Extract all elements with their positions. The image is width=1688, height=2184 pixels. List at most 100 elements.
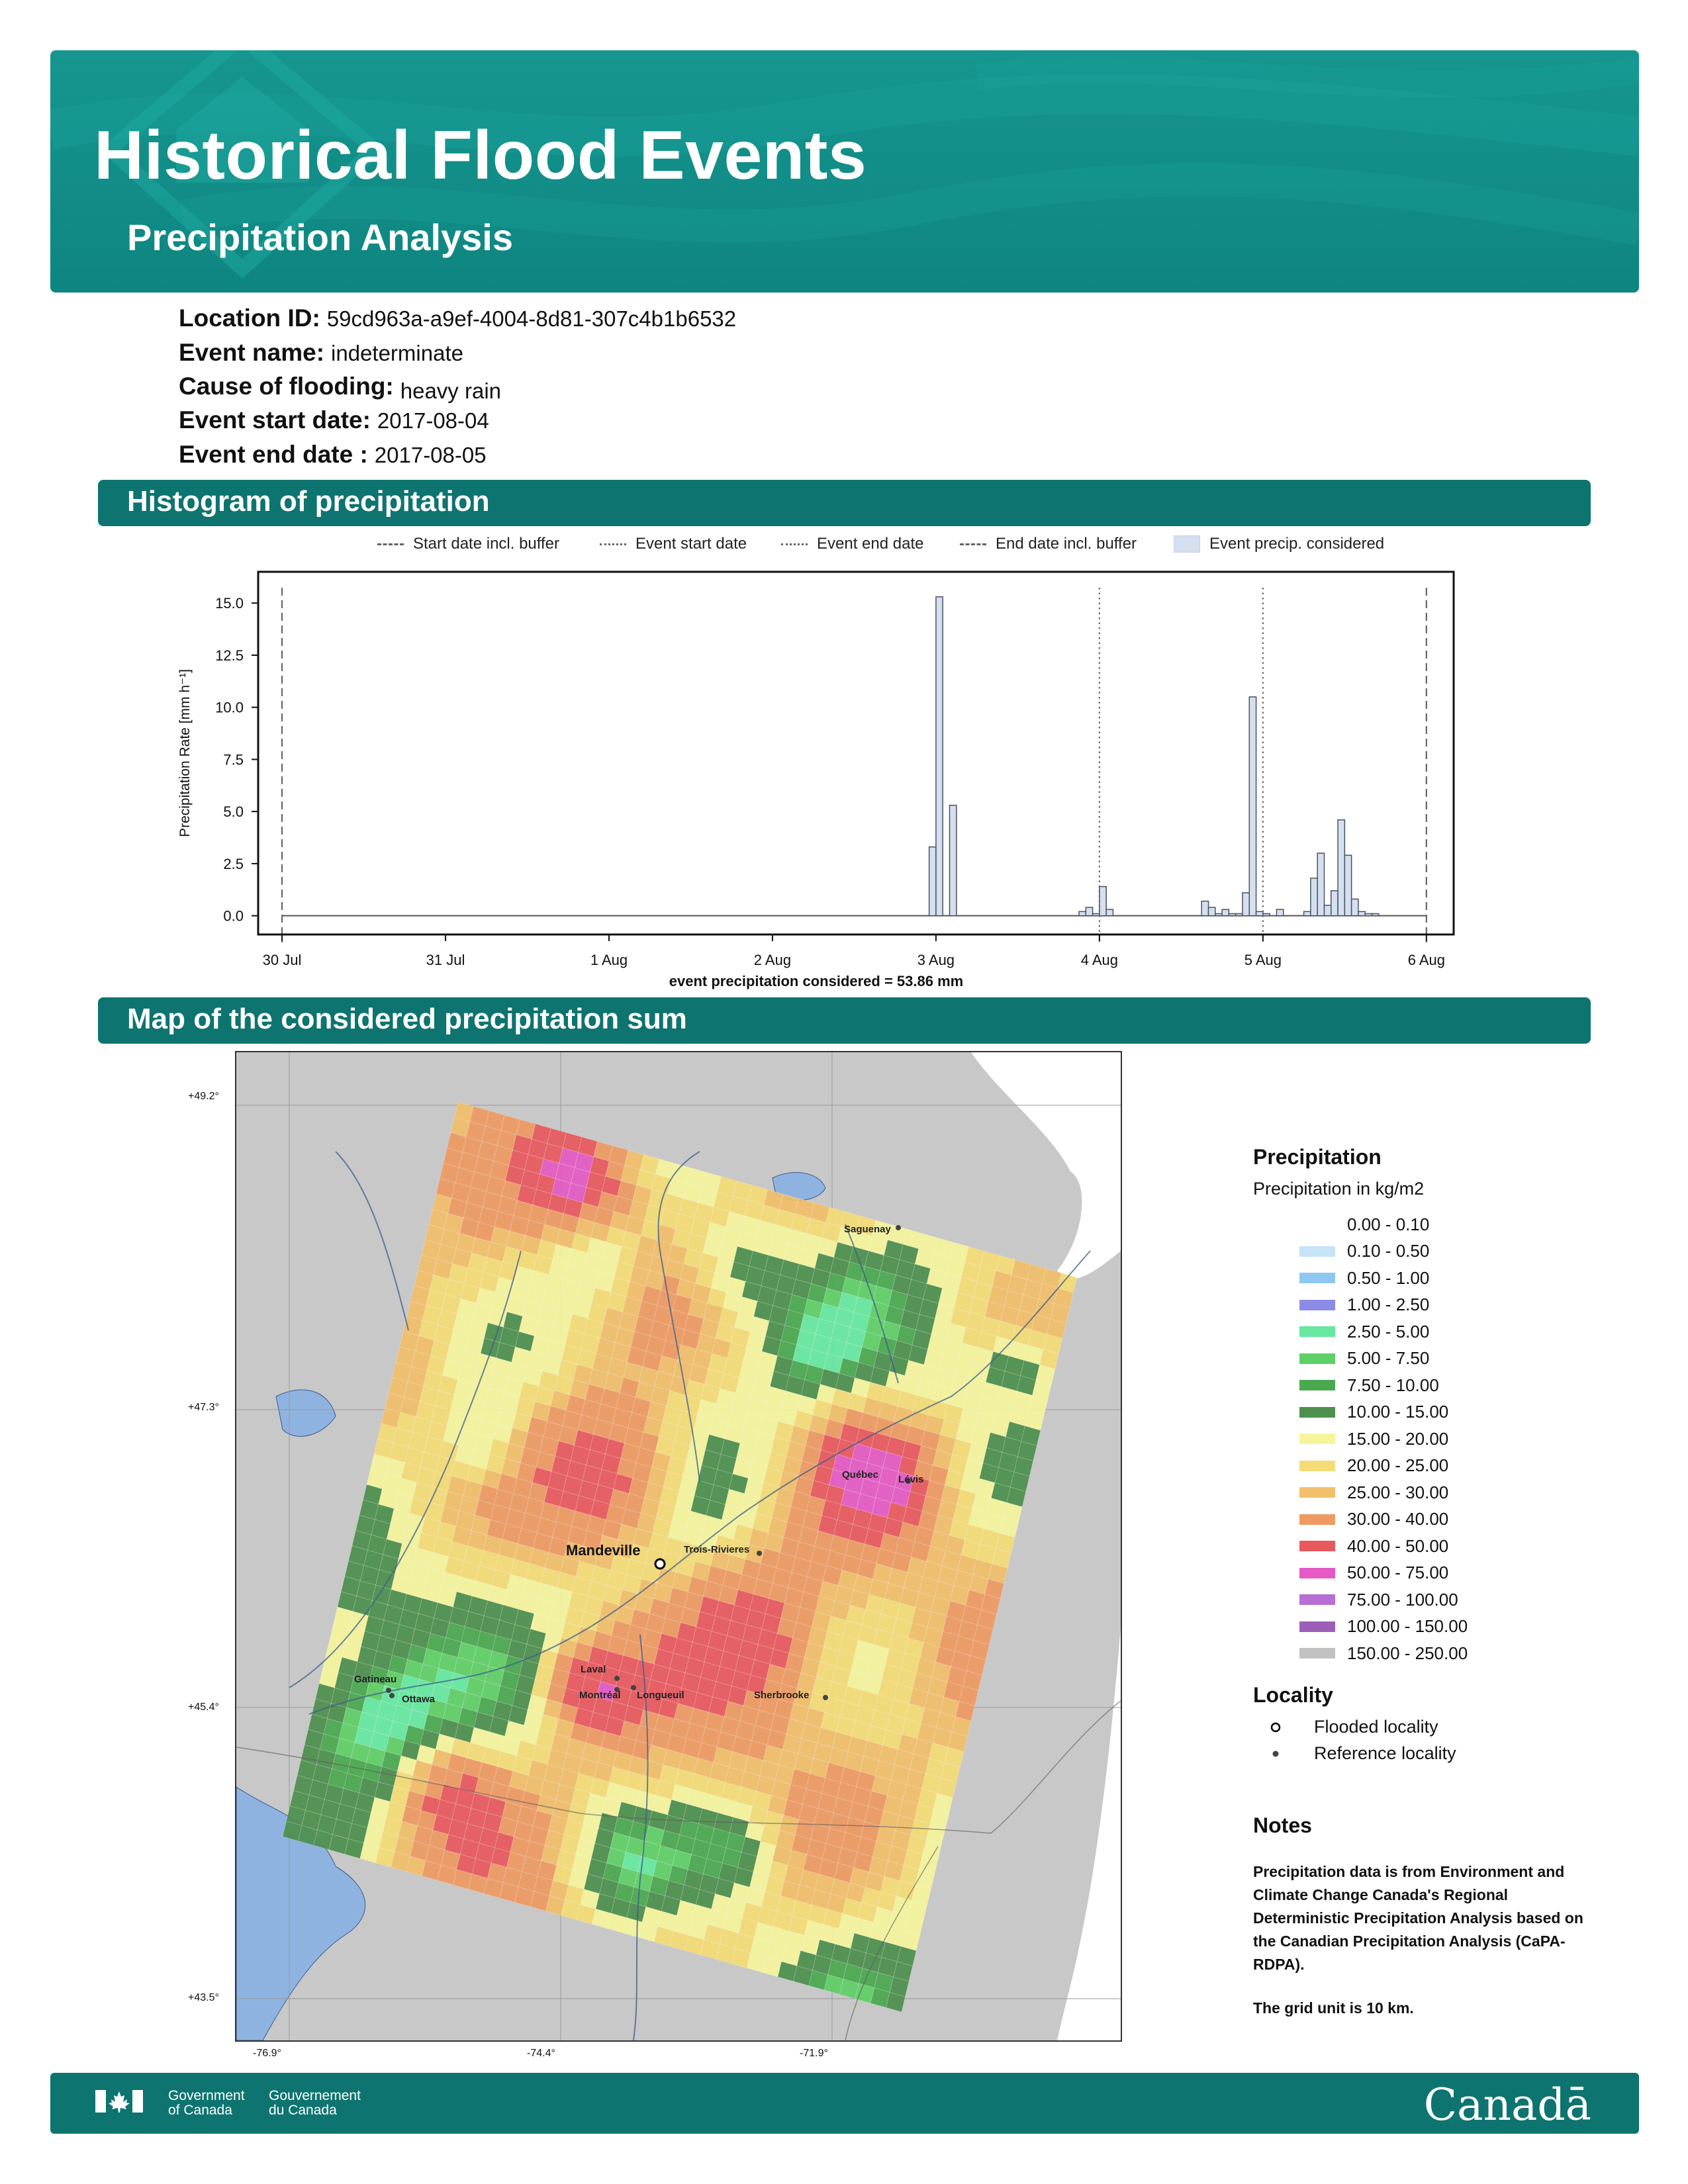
map-legend: Precipitation Precipitation in kg/m2 0.0… [1253,1145,1611,2017]
histogram-bar [1242,892,1250,917]
government-fr: Gouvernement du Canada [269,2088,361,2118]
histogram-bar [1215,913,1223,917]
x-tick-label: 31 Jul [426,952,465,968]
location-id-row: Location ID: 59cd963a-a9ef-4004-8d81-307c… [179,304,736,332]
x-tick-label: 5 Aug [1244,952,1282,968]
histogram-section-title: Histogram of precipitation [127,485,490,518]
lon-label: -71.9° [800,2048,828,2059]
government-en: Government of Canada [168,2088,245,2118]
x-tick-label: 3 Aug [917,952,955,968]
legend-class-entry: 20.00 - 25.00 [1253,1453,1611,1480]
y-tick-label: 12.5 [215,647,244,664]
y-axis-label: Precipitation Rate [mm h⁻¹] [177,669,193,837]
reference-locality-marker [389,1693,395,1698]
histogram-bar [928,846,937,917]
legend-event-precip: Event precip. considered [1174,535,1384,553]
legend-class-entry: 15.00 - 20.00 [1253,1426,1611,1453]
histogram-bar [1310,878,1318,917]
legend-class-label: 30.00 - 40.00 [1347,1509,1449,1529]
x-tick-label: 4 Aug [1081,952,1118,968]
plot-frame [257,570,1455,936]
legend-swatch [1299,1353,1335,1364]
canada-wordmark: Canadā [1423,2079,1591,2130]
location-id-label: Location ID: [179,304,320,332]
legend-swatch [1299,1406,1335,1418]
event-name-row: Event name: indeterminate [179,339,463,367]
histogram-bar [1303,911,1311,917]
histogram-section-header: Histogram of precipitation [98,480,1591,526]
legend-swatch [1299,1621,1335,1632]
histogram-bar [1221,909,1230,917]
histogram-bar [1276,909,1284,917]
legend-swatch [1299,1219,1335,1230]
map-section-title: Map of the considered precipitation sum [127,1003,687,1035]
locality-label: Lévis [898,1474,923,1485]
legend-end-buffer: End date incl. buffer [960,535,1137,553]
legend-class-entry: 75.00 - 100.00 [1253,1586,1611,1614]
histogram-bar [1207,907,1216,917]
lon-label: -76.9° [253,2048,281,2059]
lat-label: +47.3° [188,1402,219,1413]
end-date-label: Event end date : [179,441,368,468]
notes-title: Notes [1253,1813,1312,1837]
x-tick-label: 2 Aug [754,952,791,968]
legend-class-label: 20.00 - 25.00 [1347,1455,1449,1476]
legend-class-label: 50.00 - 75.00 [1347,1563,1449,1583]
locality-label: Saguenay [844,1224,892,1235]
legend-swatch [1299,1380,1335,1391]
histogram-bar [1331,890,1338,917]
precipitation-map[interactable]: Saguenay Québec Lévis Trois-Rivieres Gatinea… [235,1051,1122,2042]
legend-class-entry: 30.00 - 40.00 [1253,1506,1611,1533]
flooded-locality-marker [654,1558,666,1570]
legend-class-entry: 5.00 - 7.50 [1253,1345,1611,1373]
histogram-bar [1228,913,1237,917]
legend-swatch [1299,1514,1335,1525]
lat-label: +49.2° [188,1091,219,1102]
legend-class-entry: 0.50 - 1.00 [1253,1265,1611,1292]
page-title: Historical Flood Events [94,117,867,194]
legend-subtitle: Precipitation in kg/m2 [1253,1179,1425,1199]
legend-class-label: 150.00 - 250.00 [1347,1643,1468,1663]
legend-class-label: 0.00 - 0.10 [1347,1214,1430,1234]
histogram-bar [1350,898,1359,917]
histogram-bar [1323,905,1332,917]
cause-row: Cause of flooding: heavy rain [179,373,501,403]
legend-class-label: 1.00 - 2.50 [1347,1295,1430,1315]
locality-label: Trois-Rivieres [684,1544,749,1555]
footer: Government of Canada Gouvernement du Canad… [50,2073,1639,2134]
legend-title: Precipitation [1253,1145,1382,1169]
legend-class-label: 0.10 - 0.50 [1347,1241,1430,1261]
histogram-bar [1337,819,1346,917]
start-date-value: 2017-08-04 [377,408,489,433]
histogram-bar [1201,900,1209,917]
cause-label: Cause of flooding: [179,373,394,400]
end-date-value: 2017-08-05 [374,443,487,467]
locality-label: Montréal [579,1690,621,1701]
x-tick-label: 30 Jul [263,952,302,968]
y-tick-label: 15.0 [215,595,244,612]
legend-class-entry: 2.50 - 5.00 [1253,1318,1611,1345]
histogram-bar [1255,911,1264,917]
x-axis-label: event precipitation considered = 53.86 m… [669,973,963,989]
canada-flag-icon [95,2090,143,2113]
y-tick-label: 10.0 [215,700,244,716]
histogram-bar [1092,913,1100,917]
legend-class-label: 7.50 - 10.00 [1347,1375,1439,1395]
y-tick-label: 7.5 [223,751,244,768]
legend-class-label: 0.50 - 1.00 [1347,1267,1430,1288]
legend-class-label: 15.00 - 20.00 [1347,1428,1449,1449]
legend-class-label: 10.00 - 15.00 [1347,1402,1449,1422]
legend-class-entry: 50.00 - 75.00 [1253,1560,1611,1587]
histogram-bar [1344,854,1352,917]
reference-locality-marker [823,1695,828,1700]
legend-swatch [1299,1541,1335,1552]
legend-swatch [1299,1594,1335,1606]
reference-locality-marker [631,1685,636,1690]
x-tick-label: 6 Aug [1408,952,1445,968]
map-canvas: Saguenay Québec Lévis Trois-Rivieres Gatinea… [236,1052,1121,2040]
notes-text: Precipitation data is from Environment a… [1253,1862,1583,1973]
legend-swatch [1299,1273,1335,1284]
header-banner: Historical Flood Events Precipitation An… [50,50,1639,293]
legend-class-label: 40.00 - 50.00 [1347,1535,1449,1556]
precipitation-histogram: 0.0 2.5 5.0 7.5 10.0 12.5 15.0 30 Jul 31 Jul 1 Au… [177,570,1455,989]
